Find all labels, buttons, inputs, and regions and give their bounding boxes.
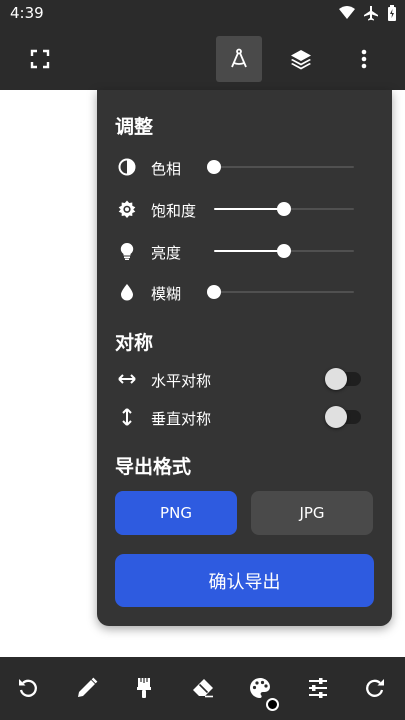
jpg-format-button[interactable]: JPG xyxy=(251,491,373,535)
vertical-symmetry-label: 垂直对称 xyxy=(151,410,212,428)
slider-thumb[interactable] xyxy=(277,202,291,216)
more-vert-icon xyxy=(361,49,367,69)
horizontal-symmetry-label: 水平对称 xyxy=(151,372,212,390)
battery-icon xyxy=(388,5,396,21)
blur-label: 模糊 xyxy=(151,285,182,303)
fullscreen-button[interactable] xyxy=(17,36,63,82)
slider-thumb[interactable] xyxy=(207,160,221,174)
export-format-section-title: 导出格式 xyxy=(115,456,192,478)
eraser-icon xyxy=(193,679,213,698)
eraser-button[interactable] xyxy=(188,673,218,703)
redo-button[interactable] xyxy=(360,673,390,703)
brightness-gear-icon xyxy=(116,198,138,220)
slider-thumb[interactable] xyxy=(207,285,221,299)
confirm-export-button[interactable]: 确认导出 xyxy=(115,554,374,607)
palette-icon xyxy=(250,678,270,698)
symmetry-section-title: 对称 xyxy=(115,332,154,354)
bulb-icon xyxy=(116,240,138,262)
hue-slider[interactable] xyxy=(207,159,354,175)
brightness-label: 亮度 xyxy=(151,244,182,262)
undo-button[interactable] xyxy=(13,673,43,703)
slider-thumb[interactable] xyxy=(277,244,291,258)
status-icons xyxy=(339,5,397,21)
settings-panel: 调整 色相 饱和度 亮度 模糊 对称 水平对称 垂直对称 导出格式 PNG JP… xyxy=(97,90,392,626)
wifi-icon xyxy=(339,6,355,19)
redo-icon xyxy=(366,679,384,697)
status-time: 4:39 xyxy=(10,4,44,22)
pencil-icon xyxy=(78,677,98,697)
brightness-slider[interactable] xyxy=(214,243,354,259)
png-format-button[interactable]: PNG xyxy=(115,491,237,535)
airplane-mode-icon xyxy=(364,6,378,21)
compass-tool-button[interactable] xyxy=(216,36,262,82)
adjust-section-title: 调整 xyxy=(115,116,154,138)
undo-icon xyxy=(19,679,37,697)
layers-icon xyxy=(291,50,311,70)
brush-button[interactable] xyxy=(129,673,159,703)
drop-icon xyxy=(116,281,138,303)
brush-icon xyxy=(137,678,151,698)
saturation-label: 饱和度 xyxy=(151,202,197,220)
tune-icon xyxy=(309,678,327,698)
vertical-arrows-icon xyxy=(116,406,138,428)
top-toolbar xyxy=(0,28,405,90)
compass-icon xyxy=(231,48,247,68)
horizontal-arrows-icon xyxy=(116,368,138,390)
current-color-indicator[interactable] xyxy=(266,698,279,711)
blur-slider[interactable] xyxy=(207,284,354,300)
contrast-icon xyxy=(116,156,138,178)
bottom-toolbar xyxy=(0,657,405,720)
adjust-settings-button[interactable] xyxy=(303,673,333,703)
saturation-slider[interactable] xyxy=(214,201,354,217)
fullscreen-icon xyxy=(30,49,50,69)
hue-label: 色相 xyxy=(151,160,182,178)
vertical-symmetry-toggle[interactable] xyxy=(325,406,361,428)
status-bar: 4:39 xyxy=(0,0,405,28)
more-menu-button[interactable] xyxy=(341,36,387,82)
horizontal-symmetry-toggle[interactable] xyxy=(325,368,361,390)
layers-button[interactable] xyxy=(278,36,324,82)
pencil-button[interactable] xyxy=(72,673,102,703)
